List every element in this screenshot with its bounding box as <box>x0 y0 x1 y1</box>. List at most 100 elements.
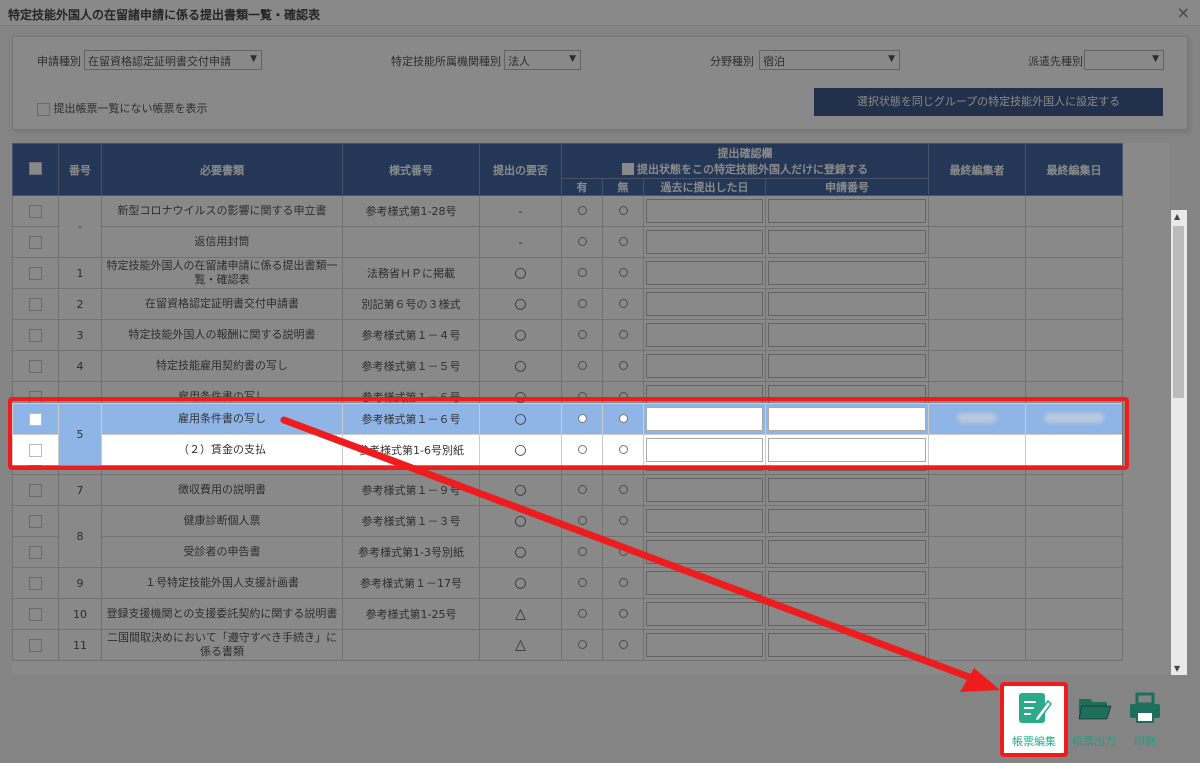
no-radio-cell[interactable] <box>602 567 644 599</box>
no-radio[interactable] <box>618 515 628 525</box>
row-checkbox-cell[interactable] <box>12 226 59 258</box>
past-date-cell[interactable] <box>643 474 766 506</box>
output-form-button[interactable]: 帳票出力 <box>1068 690 1120 755</box>
app-no-input[interactable] <box>768 509 926 533</box>
app-no-input[interactable] <box>768 602 926 626</box>
field-select[interactable]: 宿泊 ▼ <box>759 50 900 70</box>
show-all-option[interactable]: 提出帳票一覧にない帳票を表示 <box>37 100 208 116</box>
row-checkbox[interactable] <box>29 638 42 652</box>
past-date-input[interactable] <box>646 633 763 657</box>
app-no-cell[interactable] <box>765 319 929 351</box>
app-no-input[interactable] <box>768 633 926 657</box>
app-no-input[interactable] <box>768 540 926 564</box>
app-no-input[interactable] <box>768 199 926 223</box>
row-checkbox-cell[interactable] <box>12 195 59 227</box>
table-row[interactable]: - 新型コロナウイルスの影響に関する申立書 参考様式第1-28号 - <box>12 195 1123 258</box>
row-checkbox[interactable] <box>29 359 42 373</box>
table-row[interactable]: 11 二国間取決めにおいて「遵守すべき手続き」に係る書類 △ <box>12 629 1123 661</box>
yes-radio-cell[interactable] <box>561 598 603 630</box>
apply-group-button[interactable]: 選択状態を同じグループの特定技能外国人に設定する <box>814 88 1163 116</box>
app-no-cell[interactable] <box>765 195 929 227</box>
yes-radio-cell[interactable] <box>561 536 603 568</box>
yes-radio-cell[interactable] <box>561 350 603 382</box>
app-no-cell[interactable] <box>765 288 929 320</box>
app-no-input[interactable] <box>768 323 926 347</box>
no-radio[interactable] <box>618 608 628 618</box>
row-checkbox[interactable] <box>29 328 42 342</box>
past-date-cell[interactable] <box>643 350 766 382</box>
row-checkbox[interactable] <box>29 545 42 559</box>
table-row[interactable]: 受診者の申告書 参考様式第1-3号別紙 ○ <box>12 536 1123 568</box>
yes-radio[interactable] <box>577 236 587 246</box>
past-date-cell[interactable] <box>643 288 766 320</box>
no-radio-cell[interactable] <box>602 288 644 320</box>
past-date-cell[interactable] <box>643 598 766 630</box>
table-row[interactable]: 1 特定技能外国人の在留諸申請に係る提出書類一覧・確認表 法務省ＨＰに掲載 ○ <box>12 257 1123 289</box>
dispatch-select[interactable]: ▼ <box>1084 50 1164 70</box>
org-type-select[interactable]: 法人 ▼ <box>504 50 581 70</box>
yes-radio[interactable] <box>577 267 587 277</box>
header-confirm-sub[interactable]: 提出状態をこの特定技能外国人だけに登録する <box>564 161 926 177</box>
no-radio[interactable] <box>618 329 628 339</box>
row-checkbox[interactable] <box>29 483 42 497</box>
yes-radio[interactable] <box>577 360 587 370</box>
yes-radio[interactable] <box>577 205 587 215</box>
no-radio[interactable] <box>618 577 628 587</box>
past-date-input[interactable] <box>646 354 763 378</box>
yes-radio-cell[interactable] <box>561 629 603 661</box>
app-no-cell[interactable] <box>765 629 929 661</box>
table-row[interactable]: 8 健康診断個人票 参考様式第１－３号 ○ <box>12 505 1123 568</box>
yes-radio[interactable] <box>577 546 587 556</box>
no-radio-cell[interactable] <box>602 536 644 568</box>
past-date-cell[interactable] <box>643 319 766 351</box>
app-no-input[interactable] <box>768 354 926 378</box>
scroll-thumb[interactable] <box>1173 226 1184 398</box>
no-radio[interactable] <box>618 298 628 308</box>
table-row[interactable]: 9 １号特定技能外国人支援計画書 参考様式第１－17号 ○ <box>12 567 1123 599</box>
show-all-checkbox[interactable] <box>37 102 50 116</box>
app-no-cell[interactable] <box>765 474 929 506</box>
row-checkbox-cell[interactable] <box>12 567 59 599</box>
app-no-input[interactable] <box>768 292 926 316</box>
no-radio-cell[interactable] <box>602 629 644 661</box>
row-checkbox[interactable] <box>29 576 42 590</box>
row-checkbox-cell[interactable] <box>12 598 59 630</box>
row-checkbox-cell[interactable] <box>12 474 59 506</box>
no-radio[interactable] <box>618 546 628 556</box>
no-radio[interactable] <box>618 267 628 277</box>
yes-radio[interactable] <box>577 577 587 587</box>
past-date-cell[interactable] <box>643 629 766 661</box>
past-date-input[interactable] <box>646 230 763 254</box>
no-radio[interactable] <box>618 205 628 215</box>
no-radio-cell[interactable] <box>602 226 644 258</box>
past-date-input[interactable] <box>646 478 763 502</box>
yes-radio-cell[interactable] <box>561 505 603 537</box>
app-no-input[interactable] <box>768 261 926 285</box>
yes-radio[interactable] <box>577 639 587 649</box>
row-checkbox-cell[interactable] <box>12 629 59 661</box>
row-checkbox[interactable] <box>29 266 42 280</box>
yes-radio-cell[interactable] <box>561 226 603 258</box>
row-checkbox-cell[interactable] <box>12 350 59 382</box>
row-checkbox[interactable] <box>29 297 42 311</box>
header-select-all[interactable] <box>12 143 59 196</box>
scroll-up-icon[interactable]: ▲ <box>1174 212 1180 221</box>
row-checkbox[interactable] <box>29 607 42 621</box>
close-icon[interactable]: × <box>1177 3 1190 22</box>
yes-radio[interactable] <box>577 329 587 339</box>
no-radio[interactable] <box>618 639 628 649</box>
app-no-cell[interactable] <box>765 226 929 258</box>
no-radio[interactable] <box>618 484 628 494</box>
yes-radio-cell[interactable] <box>561 195 603 227</box>
past-date-cell[interactable] <box>643 195 766 227</box>
app-no-input[interactable] <box>768 478 926 502</box>
yes-radio[interactable] <box>577 298 587 308</box>
no-radio-cell[interactable] <box>602 350 644 382</box>
no-radio-cell[interactable] <box>602 319 644 351</box>
yes-radio-cell[interactable] <box>561 257 603 289</box>
confirm-only-checkbox[interactable] <box>622 163 634 175</box>
past-date-cell[interactable] <box>643 257 766 289</box>
table-row[interactable]: 4 特定技能雇用契約書の写し 参考様式第１－５号 ○ <box>12 350 1123 382</box>
print-button[interactable]: 印刷 <box>1123 690 1167 755</box>
yes-radio-cell[interactable] <box>561 567 603 599</box>
